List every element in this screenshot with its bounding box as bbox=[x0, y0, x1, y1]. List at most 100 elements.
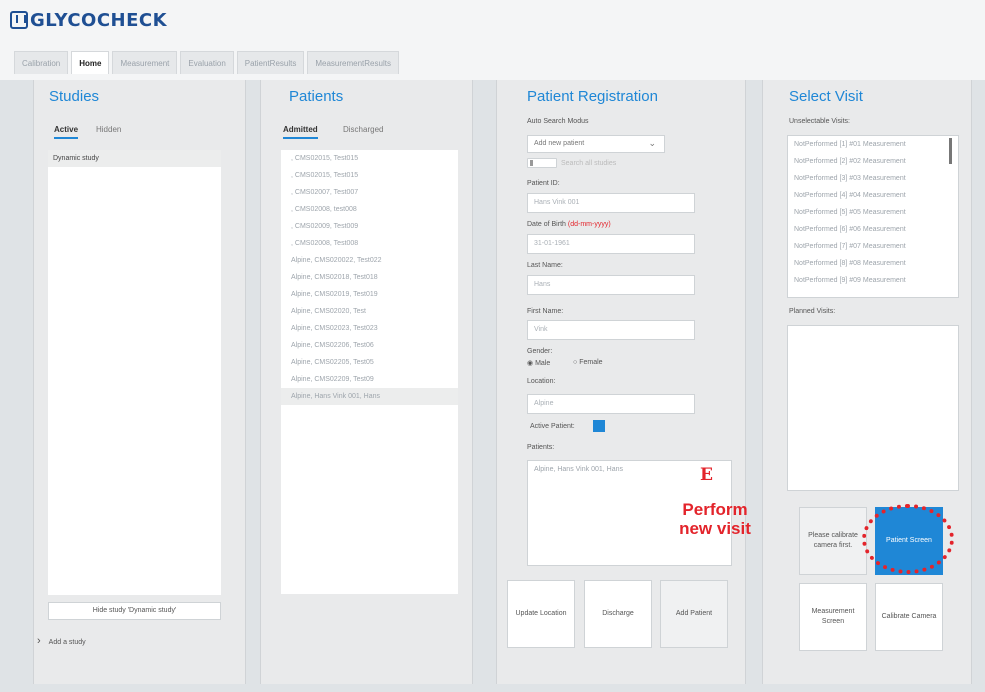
patients-title: Patients bbox=[289, 88, 344, 105]
radio-unchecked-icon: ○ bbox=[573, 359, 578, 366]
tab-home[interactable]: Home bbox=[71, 51, 110, 74]
planned-list bbox=[787, 325, 959, 491]
list-item[interactable]: Alpine, CMS02209, Test09 bbox=[281, 371, 458, 388]
annotation-text: Perform new visit bbox=[660, 500, 770, 538]
list-item[interactable]: , CMS02015, Test015 bbox=[281, 150, 458, 167]
auto-search-label: Auto Search Modus bbox=[527, 118, 589, 125]
list-item: NotPerformed [5] #05 Measurement bbox=[794, 209, 906, 216]
unselectable-label: Unselectable Visits: bbox=[789, 118, 850, 125]
list-item[interactable]: Dynamic study bbox=[48, 150, 221, 167]
last-name-label: Last Name: bbox=[527, 262, 563, 269]
annotation-letter: E bbox=[700, 465, 713, 485]
registration-panel: Patient Registration Auto Search Modus A… bbox=[496, 80, 746, 684]
first-name-field[interactable]: Vink bbox=[527, 320, 695, 340]
list-item[interactable]: , CMS02008, test008 bbox=[281, 201, 458, 218]
tab-evaluation[interactable]: Evaluation bbox=[180, 51, 234, 74]
list-item[interactable]: Alpine, CMS02018, Test018 bbox=[281, 269, 458, 286]
patient-id-field[interactable]: Hans Vink 001 bbox=[527, 193, 695, 213]
logo-icon bbox=[10, 11, 28, 29]
search-all-toggle[interactable] bbox=[527, 158, 557, 168]
main-tabs: Calibration Home Measurement Evaluation … bbox=[14, 48, 402, 74]
gender-male-radio[interactable]: ◉ Male bbox=[527, 359, 550, 367]
gender-female-radio[interactable]: ○ Female bbox=[573, 359, 603, 366]
discharge-button[interactable]: Discharge bbox=[584, 580, 652, 648]
list-item[interactable]: Alpine, CMS02205, Test05 bbox=[281, 354, 458, 371]
list-item[interactable]: , CMS02015, Test015 bbox=[281, 167, 458, 184]
header: GLYCOCHECK Calibration Home Measurement … bbox=[0, 0, 985, 80]
location-field[interactable]: Alpine bbox=[527, 394, 695, 414]
auto-search-value: Add new patient bbox=[534, 140, 585, 147]
add-patient-button[interactable]: Add Patient bbox=[660, 580, 728, 648]
visit-title: Select Visit bbox=[789, 88, 863, 105]
list-item: NotPerformed [7] #07 Measurement bbox=[794, 243, 906, 250]
tab-patient-results[interactable]: PatientResults bbox=[236, 51, 305, 74]
studies-tab-hidden[interactable]: Hidden bbox=[96, 125, 121, 134]
list-item[interactable]: Alpine, CMS02020, Test bbox=[281, 303, 458, 320]
calibrate-camera-button[interactable]: Calibrate Camera bbox=[875, 583, 943, 651]
list-item[interactable]: , CMS02007, Test007 bbox=[281, 184, 458, 201]
list-item[interactable]: , CMS02009, Test009 bbox=[281, 218, 458, 235]
visit-panel: Select Visit Unselectable Visits: NotPer… bbox=[762, 80, 972, 684]
gender-female-label: Female bbox=[579, 359, 603, 366]
add-study-label: Add a study bbox=[48, 639, 86, 646]
unselectable-list: NotPerformed [1] #01 Measurement NotPerf… bbox=[787, 135, 959, 298]
annotation-line-1: Perform bbox=[682, 500, 748, 519]
list-item[interactable]: Alpine, CMS02206, Test06 bbox=[281, 337, 458, 354]
patient-id-label: Patient ID: bbox=[527, 180, 560, 187]
add-study[interactable]: › Add a study bbox=[37, 635, 86, 647]
studies-tab-active[interactable]: Active bbox=[54, 125, 79, 139]
active-patient-checkbox[interactable] bbox=[593, 420, 605, 432]
last-name-field[interactable]: Hans bbox=[527, 275, 695, 295]
tab-measurement[interactable]: Measurement bbox=[112, 51, 178, 74]
planned-label: Planned Visits: bbox=[789, 308, 836, 315]
patients-list: , CMS02015, Test015 , CMS02015, Test015 … bbox=[281, 150, 458, 594]
chevron-right-icon: › bbox=[37, 635, 41, 647]
first-name-label: First Name: bbox=[527, 308, 564, 315]
dob-label: Date of Birth (dd-mm-yyyy) bbox=[527, 221, 611, 228]
calibrate-first-button: Please calibrate camera first. bbox=[799, 507, 867, 575]
dob-label-text: Date of Birth bbox=[527, 221, 566, 228]
search-all-label: Search all studies bbox=[561, 160, 617, 167]
list-item: NotPerformed [8] #08 Measurement bbox=[794, 260, 906, 267]
registration-title: Patient Registration bbox=[527, 88, 658, 105]
list-item: NotPerformed [2] #02 Measurement bbox=[794, 158, 906, 165]
patients-panel: Patients Admitted Discharged , CMS02015,… bbox=[260, 80, 473, 684]
toggle-knob bbox=[530, 160, 533, 166]
list-item[interactable]: , CMS02008, Test008 bbox=[281, 235, 458, 252]
list-item: NotPerformed [6] #06 Measurement bbox=[794, 226, 906, 233]
patients-label: Patients: bbox=[527, 444, 555, 451]
auto-search-select[interactable]: Add new patient ⌄ bbox=[527, 135, 665, 153]
tab-calibration[interactable]: Calibration bbox=[14, 51, 69, 74]
scrollbar[interactable] bbox=[949, 138, 952, 164]
active-patient-label: Active Patient: bbox=[530, 423, 575, 430]
list-item[interactable]: Alpine, CMS02023, Test023 bbox=[281, 320, 458, 337]
patients-tab-discharged[interactable]: Discharged bbox=[343, 125, 383, 134]
app-window: GLYCOCHECK Calibration Home Measurement … bbox=[0, 0, 985, 692]
measurement-screen-button[interactable]: Measurement Screen bbox=[799, 583, 867, 651]
update-location-button[interactable]: Update Location bbox=[507, 580, 575, 648]
chevron-down-icon: ⌄ bbox=[648, 138, 656, 148]
studies-title: Studies bbox=[49, 88, 100, 105]
logo-text: GLYCOCHECK bbox=[30, 9, 168, 31]
studies-panel: Studies Active Hidden Dynamic study Hide… bbox=[33, 80, 246, 684]
location-label: Location: bbox=[527, 378, 556, 385]
list-item[interactable]: Alpine, CMS020022, Test022 bbox=[281, 252, 458, 269]
studies-list: Dynamic study bbox=[48, 150, 221, 595]
dob-field[interactable]: 31-01-1961 bbox=[527, 234, 695, 254]
list-item: NotPerformed [9] #09 Measurement bbox=[794, 277, 906, 284]
list-item: NotPerformed [3] #03 Measurement bbox=[794, 175, 906, 182]
hide-study-button[interactable]: Hide study 'Dynamic study' bbox=[48, 602, 221, 620]
gender-label: Gender: bbox=[527, 348, 553, 355]
annotation-highlight-ring bbox=[862, 504, 954, 574]
list-item: NotPerformed [4] #04 Measurement bbox=[794, 192, 906, 199]
annotation-line-2: new visit bbox=[679, 519, 751, 538]
patients-tab-admitted[interactable]: Admitted bbox=[283, 125, 318, 139]
gender-male-label: Male bbox=[535, 360, 551, 367]
list-item[interactable]: Alpine, CMS02019, Test019 bbox=[281, 286, 458, 303]
logo: GLYCOCHECK bbox=[10, 8, 167, 32]
tab-measurement-results[interactable]: MeasurementResults bbox=[307, 51, 399, 74]
dob-format: (dd-mm-yyyy) bbox=[567, 221, 611, 228]
list-item-selected[interactable]: Alpine, Hans Vink 001, Hans bbox=[281, 388, 458, 405]
radio-checked-icon: ◉ bbox=[527, 360, 534, 367]
list-item: NotPerformed [1] #01 Measurement bbox=[794, 141, 906, 148]
